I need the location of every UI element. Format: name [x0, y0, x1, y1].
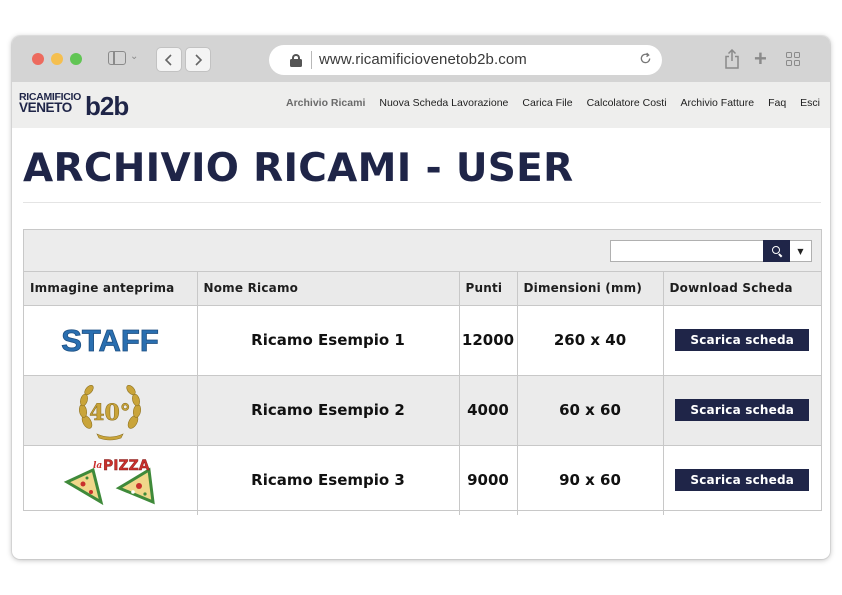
reload-icon[interactable]	[639, 52, 652, 65]
column-header-image[interactable]: Immagine anteprima	[24, 272, 198, 306]
logo-mid-text: VENETO	[19, 100, 72, 115]
download-cell: Scarica scheda	[663, 305, 821, 376]
caret-down-icon: ▼	[797, 246, 804, 256]
embroidery-punti: 4000	[459, 375, 518, 446]
site-logo[interactable]: RICAMIFICIO VENETO b2b	[19, 91, 149, 121]
tab-overview-icon[interactable]	[786, 52, 801, 67]
preview-cell: la PIZZA	[24, 445, 198, 515]
table-row: 40° Ricamo Esempio 2 4000 60 x 60 Scaric…	[24, 375, 821, 446]
search-options-dropdown[interactable]: ▼	[790, 240, 812, 262]
table-toolbar: ▼	[24, 230, 821, 272]
menu-item-esci[interactable]: Esci	[800, 97, 820, 109]
chevron-right-icon	[195, 53, 203, 66]
main-menu: Archivio Ricami Nuova Scheda Lavorazione…	[272, 97, 820, 109]
address-divider	[311, 51, 312, 69]
embroidery-table-container: ▼ Immagine anteprima Nome Ricamo Punti D…	[23, 229, 822, 515]
pizza-embroidery-image: la PIZZA	[64, 458, 156, 506]
search-button[interactable]	[763, 240, 790, 262]
column-header-punti[interactable]: Punti	[459, 272, 518, 306]
download-cell: Scarica scheda	[663, 375, 821, 446]
svg-text:la: la	[93, 461, 102, 471]
download-scheda-button[interactable]: Scarica scheda	[675, 399, 810, 421]
preview-cell: STAFF	[24, 305, 198, 376]
close-window-button[interactable]	[32, 53, 44, 65]
url-text[interactable]: www.ricamificiovenetob2b.com	[319, 51, 527, 68]
embroidery-name: Ricamo Esempio 2	[197, 375, 460, 446]
browser-titlebar: ⌄ www.ricamificiovenetob2b.com +	[12, 36, 830, 82]
new-tab-icon[interactable]: +	[754, 46, 767, 72]
title-divider	[23, 202, 821, 203]
menu-item-faq[interactable]: Faq	[768, 97, 786, 109]
column-header-dimensioni[interactable]: Dimensioni (mm)	[517, 272, 664, 306]
download-scheda-button[interactable]: Scarica scheda	[675, 329, 810, 351]
share-icon[interactable]	[724, 49, 740, 69]
minimize-window-button[interactable]	[51, 53, 63, 65]
svg-text:40°: 40°	[89, 400, 131, 426]
chevron-left-icon	[164, 53, 172, 66]
preview-cell: 40°	[24, 375, 198, 446]
page-title: ARCHIVIO RICAMI - USER	[23, 146, 574, 191]
table-header-row: Immagine anteprima Nome Ricamo Punti Dim…	[24, 272, 821, 306]
column-header-download[interactable]: Download Scheda	[663, 272, 821, 306]
menu-item-archivio-ricami[interactable]: Archivio Ricami	[286, 97, 365, 109]
embroidery-name: Ricamo Esempio 3	[197, 445, 460, 515]
lock-icon	[290, 54, 302, 67]
menu-item-archivio-fatture[interactable]: Archivio Fatture	[681, 97, 755, 109]
back-button[interactable]	[156, 47, 182, 72]
menu-item-carica-file[interactable]: Carica File	[522, 97, 572, 109]
embroidery-dimensions: 60 x 60	[517, 375, 664, 446]
download-scheda-button[interactable]: Scarica scheda	[675, 469, 810, 491]
search-icon	[771, 246, 782, 256]
embroidery-name: Ricamo Esempio 1	[197, 305, 460, 376]
embroidery-dimensions: 260 x 40	[517, 305, 664, 376]
embroidery-punti: 12000	[459, 305, 518, 376]
svg-text:STAFF: STAFF	[61, 323, 159, 358]
embroidery-table: Immagine anteprima Nome Ricamo Punti Dim…	[24, 272, 821, 515]
logo-b2b-text: b2b	[85, 91, 129, 121]
sidebar-toggle-icon[interactable]	[108, 51, 126, 65]
table-row: la PIZZA Ricamo Esempio 3 9000 90 x 60 S…	[24, 445, 821, 515]
search-input[interactable]	[610, 240, 764, 262]
table-row: STAFF Ricamo Esempio 1 12000 260 x 40 Sc…	[24, 305, 821, 376]
staff-embroidery-image: STAFF	[61, 323, 159, 358]
embroidery-dimensions: 90 x 60	[517, 445, 664, 515]
laurel-40-embroidery-image: 40°	[79, 385, 142, 441]
site-header: RICAMIFICIO VENETO b2b Archivio Ricami N…	[12, 82, 830, 128]
forward-button[interactable]	[185, 47, 211, 72]
download-cell: Scarica scheda	[663, 445, 821, 515]
svg-text:PIZZA: PIZZA	[103, 458, 150, 474]
column-header-name[interactable]: Nome Ricamo	[197, 272, 460, 306]
zoom-window-button[interactable]	[70, 53, 82, 65]
menu-item-nuova-scheda[interactable]: Nuova Scheda Lavorazione	[379, 97, 508, 109]
chevron-down-icon[interactable]: ⌄	[130, 51, 138, 62]
menu-item-calcolatore-costi[interactable]: Calcolatore Costi	[587, 97, 667, 109]
address-bar[interactable]: www.ricamificiovenetob2b.com	[269, 45, 662, 75]
embroidery-punti: 9000	[459, 445, 518, 515]
browser-window: ⌄ www.ricamificiovenetob2b.com + RICAMIF…	[12, 36, 830, 559]
